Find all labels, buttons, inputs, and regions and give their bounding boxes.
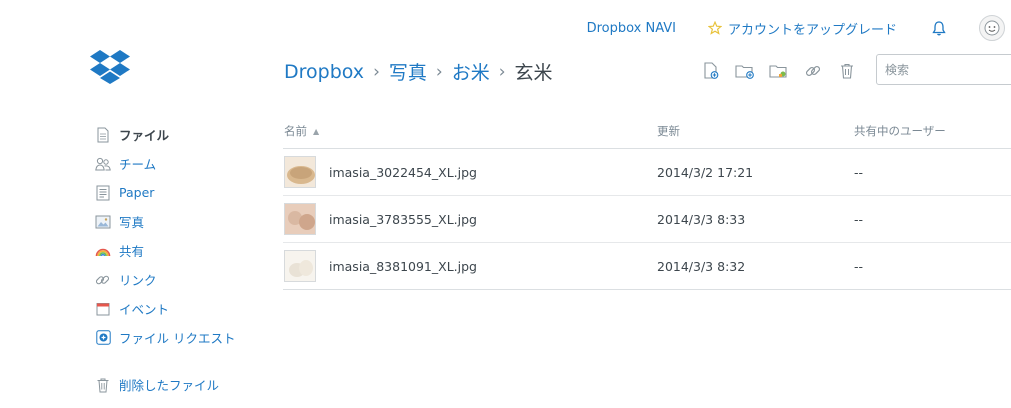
toolbar	[700, 60, 870, 82]
sidebar-item-label: Paper	[119, 185, 155, 200]
table-row[interactable]: imasia_8381091_XL.jpg 2014/3/3 8:32 --	[283, 243, 1011, 290]
shared-with: --	[854, 164, 864, 180]
sidebar-item-files[interactable]: ファイル	[95, 120, 235, 149]
dropbox-logo-icon	[90, 50, 130, 84]
file-icon	[95, 127, 111, 143]
breadcrumb-separator: ›	[498, 61, 506, 82]
breadcrumb-photos[interactable]: 写真	[389, 58, 427, 85]
avatar[interactable]	[979, 15, 1005, 41]
file-thumbnail	[284, 203, 316, 235]
new-folder-button[interactable]	[734, 60, 756, 82]
breadcrumb-rice[interactable]: お米	[452, 58, 490, 85]
trash-icon	[95, 377, 111, 393]
shared-with: --	[854, 258, 864, 274]
link-icon	[805, 65, 821, 77]
modified-date: 2014/3/3 8:33	[657, 211, 746, 227]
sidebar-item-label: ファイル	[119, 128, 170, 143]
sidebar-item-label: 削除したファイル	[119, 378, 220, 393]
breadcrumb-dropbox[interactable]: Dropbox	[284, 61, 364, 83]
sidebar-item-label: イベント	[119, 302, 170, 317]
sidebar-item-team[interactable]: チーム	[95, 149, 235, 178]
star-icon	[707, 21, 722, 35]
file-table: 名前 ▲ 更新 共有中のユーザー imasia_3022454_XL.jpg 2…	[283, 114, 1011, 290]
sidebar-item-label: リンク	[119, 273, 157, 288]
rainbow-icon	[95, 243, 111, 259]
new-shared-folder-icon	[769, 65, 787, 78]
shared-with: --	[854, 211, 864, 227]
table-row[interactable]: imasia_3783555_XL.jpg 2014/3/3 8:33 --	[283, 196, 1011, 243]
calendar-icon	[95, 301, 111, 317]
sidebar: ファイル チーム Paper 写真 共有 リンク イベント ファイル リクエスト…	[95, 120, 235, 399]
sidebar-item-label: 写真	[119, 215, 145, 230]
photo-icon	[95, 214, 111, 230]
dropbox-logo[interactable]	[90, 50, 130, 84]
new-folder-icon	[735, 65, 754, 79]
file-thumbnail	[284, 156, 316, 188]
upload-file-button[interactable]	[700, 60, 722, 82]
sidebar-item-deleted-files[interactable]: 削除したファイル	[95, 370, 235, 399]
delete-button[interactable]	[836, 60, 858, 82]
team-icon	[95, 156, 111, 172]
avatar-face-icon	[984, 20, 1000, 36]
breadcrumb-separator: ›	[435, 61, 443, 82]
sidebar-item-label: ファイル リクエスト	[119, 331, 236, 346]
dropbox-navi-link[interactable]: Dropbox NAVI	[587, 21, 676, 36]
sidebar-item-links[interactable]: リンク	[95, 265, 235, 294]
file-name: imasia_3022454_XL.jpg	[329, 164, 477, 180]
table-row[interactable]: imasia_3022454_XL.jpg 2014/3/2 17:21 --	[283, 149, 1011, 196]
search-input[interactable]	[876, 54, 1011, 85]
sidebar-item-label: 共有	[119, 244, 145, 259]
modified-date: 2014/3/2 17:21	[657, 164, 754, 180]
name-column-header[interactable]: 名前 ▲	[283, 123, 657, 139]
sort-ascending-icon: ▲	[313, 126, 320, 136]
sidebar-item-sharing[interactable]: 共有	[95, 236, 235, 265]
file-thumbnail	[284, 250, 316, 282]
delete-icon	[841, 63, 853, 79]
modified-date: 2014/3/3 8:32	[657, 258, 746, 274]
sidebar-item-label: チーム	[119, 157, 157, 172]
table-header: 名前 ▲ 更新 共有中のユーザー	[283, 114, 1011, 149]
top-bar: Dropbox NAVI アカウントをアップグレード	[587, 14, 1011, 42]
sidebar-item-events[interactable]: イベント	[95, 294, 235, 323]
modified-column-header[interactable]: 更新	[657, 123, 854, 139]
notifications-button[interactable]	[931, 20, 947, 37]
link-icon	[95, 272, 111, 288]
file-name: imasia_3783555_XL.jpg	[329, 211, 477, 227]
file-name-cell: imasia_8381091_XL.jpg	[283, 250, 657, 282]
file-name: imasia_8381091_XL.jpg	[329, 258, 477, 274]
breadcrumb-separator: ›	[373, 61, 380, 82]
bell-icon	[932, 20, 946, 35]
new-file-icon	[704, 62, 719, 79]
share-link-button[interactable]	[802, 60, 824, 82]
new-shared-folder-button[interactable]	[768, 60, 790, 82]
file-name-cell: imasia_3022454_XL.jpg	[283, 156, 657, 188]
sidebar-item-file-requests[interactable]: ファイル リクエスト	[95, 323, 235, 352]
name-header-label: 名前	[284, 124, 307, 138]
file-request-icon	[95, 330, 111, 346]
upgrade-account-link[interactable]: アカウントをアップグレード	[707, 19, 897, 38]
sidebar-item-photos[interactable]: 写真	[95, 207, 235, 236]
sidebar-item-paper[interactable]: Paper	[95, 178, 235, 207]
shared-column-header[interactable]: 共有中のユーザー	[854, 123, 946, 139]
file-name-cell: imasia_3783555_XL.jpg	[283, 203, 657, 235]
paper-icon	[95, 185, 111, 201]
breadcrumb: Dropbox › 写真 › お米 › 玄米	[284, 58, 553, 85]
breadcrumb-current: 玄米	[514, 62, 553, 84]
upgrade-label: アカウントをアップグレード	[727, 22, 897, 38]
